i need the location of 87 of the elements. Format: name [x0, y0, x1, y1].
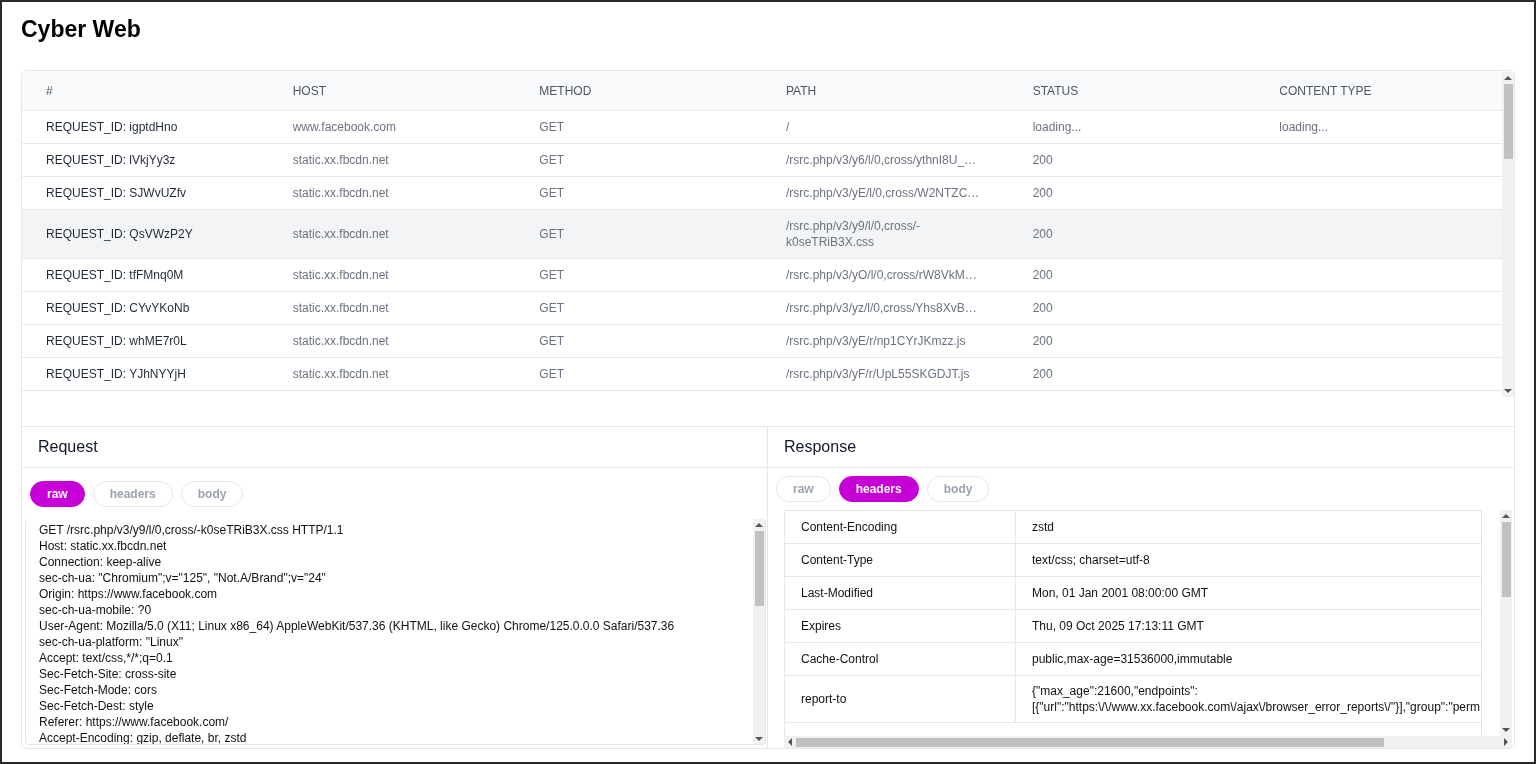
table-cell: www.facebook.com [292, 119, 397, 135]
table-cell: GET [539, 185, 564, 201]
header-name: Last-Modified [801, 585, 874, 602]
table-cell: REQUEST_ID: igptdHno [46, 119, 178, 135]
table-cell: GET [539, 152, 564, 168]
column-header: METHOD [539, 82, 592, 100]
tab[interactable]: headers [838, 476, 919, 502]
raw-request-line: sec-ch-ua: "Chromium";v="125", "Not.A/Brand";v="24" [39, 570, 327, 586]
column-header: HOST [292, 82, 326, 100]
table-cell: /rsrc.php/v3/y6/l/0,cross/ythnI8U_… [786, 152, 976, 168]
column-header: # [46, 82, 53, 100]
table-cell: REQUEST_ID: YJhNYYjH [46, 366, 186, 382]
header-name: report-to [801, 691, 847, 708]
header-value: {"max_age":21600,"endpoints": [{"url":"https:\/\/www.xx.facebook.com\/ajax\/browser_error_reports\/"}],"group":"perm [1032, 683, 1481, 715]
table-cell: /rsrc.php/v3/yz/l/0,cross/Yhs8XvB… [786, 300, 976, 316]
raw-request-line: sec-ch-ua-platform: "Linux" [39, 634, 184, 650]
table-cell: static.xx.fbcdn.net [292, 300, 389, 316]
table-cell: GET [539, 119, 564, 135]
table-cell: REQUEST_ID: QsVWzP2Y [46, 226, 193, 242]
raw-request-line: Host: static.xx.fbcdn.net [39, 538, 168, 554]
panel-title: Request [38, 437, 98, 457]
table-cell: REQUEST_ID: tfFMnq0M [46, 267, 184, 283]
table-cell: 200 [1032, 300, 1053, 316]
table-cell: REQUEST_ID: whME7r0L [46, 333, 187, 349]
raw-request-line: Connection: keep-alive [39, 554, 163, 570]
table-cell: GET [539, 300, 564, 316]
header-name: Content-Encoding [801, 519, 898, 536]
table-cell: GET [539, 267, 564, 283]
raw-request-line: User-Agent: Mozilla/5.0 (X11; Linux x86_64) AppleWebKit/537.36 (KHTML, like Gecko) Chrome/125.0.0.0 Safari/537.36 [39, 618, 676, 634]
header-name: Expires [801, 618, 841, 635]
table-cell: GET [539, 333, 564, 349]
raw-request-line: sec-ch-ua-mobile: ?0 [39, 602, 153, 618]
table-cell: static.xx.fbcdn.net [292, 185, 389, 201]
table-cell: 200 [1032, 226, 1053, 242]
column-header: CONTENT TYPE [1279, 82, 1372, 100]
raw-request-line: Accept-Encoding: gzip, deflate, br, zstd [39, 730, 248, 744]
table-cell: static.xx.fbcdn.net [292, 267, 389, 283]
raw-request-line: Origin: https://www.facebook.com [39, 586, 219, 602]
table-cell: / [786, 119, 790, 135]
scrollbar-thumb[interactable] [1503, 84, 1513, 159]
table-cell: /rsrc.php/v3/yE/l/0,cross/W2NTZC… [786, 185, 976, 201]
table-cell: static.xx.fbcdn.net [292, 226, 389, 242]
page-title: Cyber Web [21, 15, 142, 44]
table-cell: /rsrc.php/v3/yF/r/UpL55SKGDJT.js [786, 366, 970, 382]
table-cell: REQUEST_ID: SJWvUZfv [46, 185, 186, 201]
header-value: public,max-age=31536000,immutable [1032, 651, 1234, 667]
header-name: Cache-Control [801, 651, 879, 668]
raw-request-line: Referer: https://www.facebook.com/ [39, 714, 230, 730]
scrollbar[interactable] [753, 519, 765, 744]
column-header: PATH [786, 82, 817, 100]
table-cell: static.xx.fbcdn.net [292, 366, 389, 382]
tab[interactable]: raw [30, 481, 85, 507]
raw-request-line: Sec-Fetch-Mode: cors [39, 682, 159, 698]
header-name: Content-Type [801, 552, 874, 569]
panel-title: Response [784, 437, 857, 457]
scrollbar-thumb[interactable] [754, 531, 764, 606]
table-cell: 200 [1032, 267, 1053, 283]
scrollbar-thumb[interactable] [796, 737, 1384, 747]
horizontal-scrollbar[interactable] [784, 736, 1512, 748]
table-cell: loading... [1032, 119, 1082, 135]
scrollbar[interactable] [1500, 510, 1512, 736]
column-header: STATUS [1032, 82, 1079, 100]
header-value: Mon, 01 Jan 2001 08:00:00 GMT [1032, 585, 1210, 601]
table-cell: REQUEST_ID: CYvYKoNb [46, 300, 190, 316]
table-cell: static.xx.fbcdn.net [292, 152, 389, 168]
header-value: text/css; charset=utf-8 [1032, 552, 1151, 568]
table-row[interactable]: REQUEST_ID: QsVWzP2Y static.xx.fbcdn.net GET /rsrc.php/v3/y9/l/0,cross/-k0seTRiB3X.css 200 [22, 210, 1502, 259]
table-cell: 200 [1032, 366, 1053, 382]
raw-request-line: GET /rsrc.php/v3/y9/l/0,cross/-k0seTRiB3X.css HTTP/1.1 [39, 522, 345, 538]
table-cell: 200 [1032, 185, 1053, 201]
table-cell: 200 [1032, 152, 1053, 168]
table-cell: /rsrc.php/v3/yO/l/0,cross/rW8VkM… [786, 267, 976, 283]
header-value: Thu, 09 Oct 2025 17:13:11 GMT [1032, 618, 1205, 634]
raw-request-line: Sec-Fetch-Dest: style [39, 698, 155, 714]
raw-request-line: Accept: text/css,*/*;q=0.1 [39, 650, 174, 666]
table-cell: GET [539, 226, 564, 242]
table-cell: 200 [1032, 333, 1053, 349]
table-cell-text: /rsrc.php/v3/y9/l/0,cross/-k0seTRiB3X.css [786, 218, 922, 250]
table-cell: GET [539, 366, 564, 382]
scrollbar-thumb[interactable] [1501, 522, 1511, 597]
table-cell: loading... [1279, 119, 1329, 135]
raw-request-line: Sec-Fetch-Site: cross-site [39, 666, 178, 682]
scrollbar[interactable] [1502, 72, 1514, 397]
table-cell: /rsrc.php/v3/yE/r/np1CYrJKmzz.js [786, 333, 966, 349]
header-value: zstd [1032, 519, 1055, 535]
table-cell: static.xx.fbcdn.net [292, 333, 389, 349]
table-cell: REQUEST_ID: lVkjYy3z [46, 152, 176, 168]
